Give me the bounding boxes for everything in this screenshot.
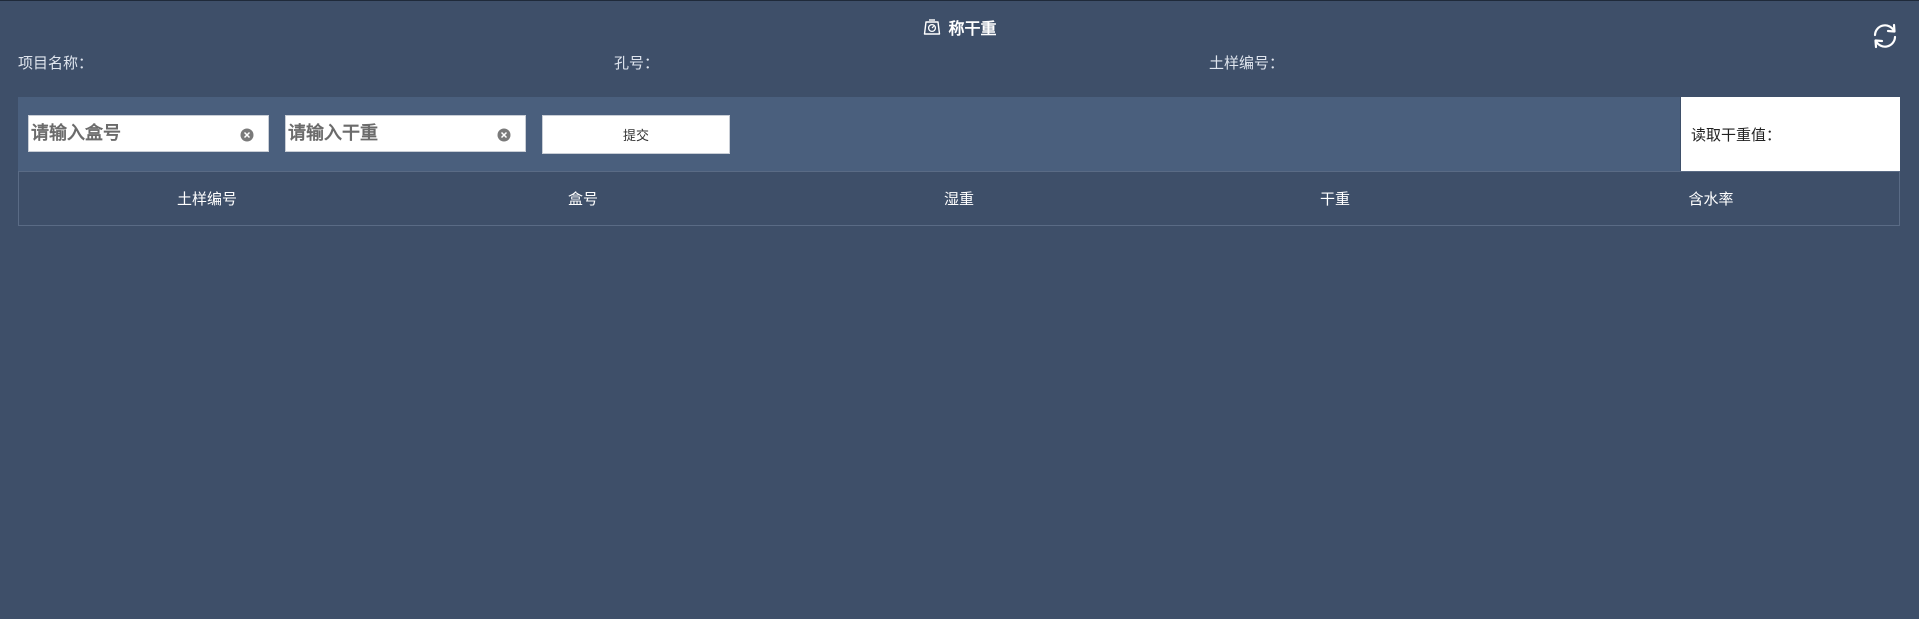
scale-icon (922, 17, 942, 37)
info-row: 项目名称： 孔号： 土样编号： (18, 52, 1898, 76)
box-number-input[interactable] (29, 118, 231, 149)
box-number-field (28, 115, 269, 152)
column-header-moisture-content: 含水率 (1688, 190, 1734, 208)
input-toolbar: 提交 (18, 97, 1680, 171)
refresh-icon (1873, 23, 1897, 49)
dry-weight-field (285, 115, 526, 152)
column-header-dry-weight: 干重 (1319, 190, 1350, 208)
hole-no-label: 孔号： (614, 54, 660, 72)
sample-no-label: 土样编号： (1209, 54, 1285, 72)
read-dry-weight-label: 读取干重值： (1691, 125, 1782, 144)
project-name-label: 项目名称： (18, 54, 94, 72)
submit-button[interactable]: 提交 (542, 115, 730, 154)
page-title-bar: 称干重 (0, 14, 1919, 40)
clear-icon[interactable] (240, 127, 254, 142)
column-header-wet-weight: 湿重 (943, 190, 974, 208)
read-dry-weight-panel: 读取干重值： (1681, 97, 1900, 171)
top-border (0, 0, 1919, 1)
table-header: 土样编号 盒号 湿重 干重 含水率 (18, 171, 1900, 226)
column-header-sample-no: 土样编号 (176, 190, 237, 208)
dry-weight-input[interactable] (286, 118, 488, 149)
refresh-button[interactable] (1869, 20, 1901, 52)
clear-icon[interactable] (497, 127, 511, 142)
column-header-box-no: 盒号 (567, 190, 598, 208)
page-title: 称干重 (948, 19, 997, 38)
